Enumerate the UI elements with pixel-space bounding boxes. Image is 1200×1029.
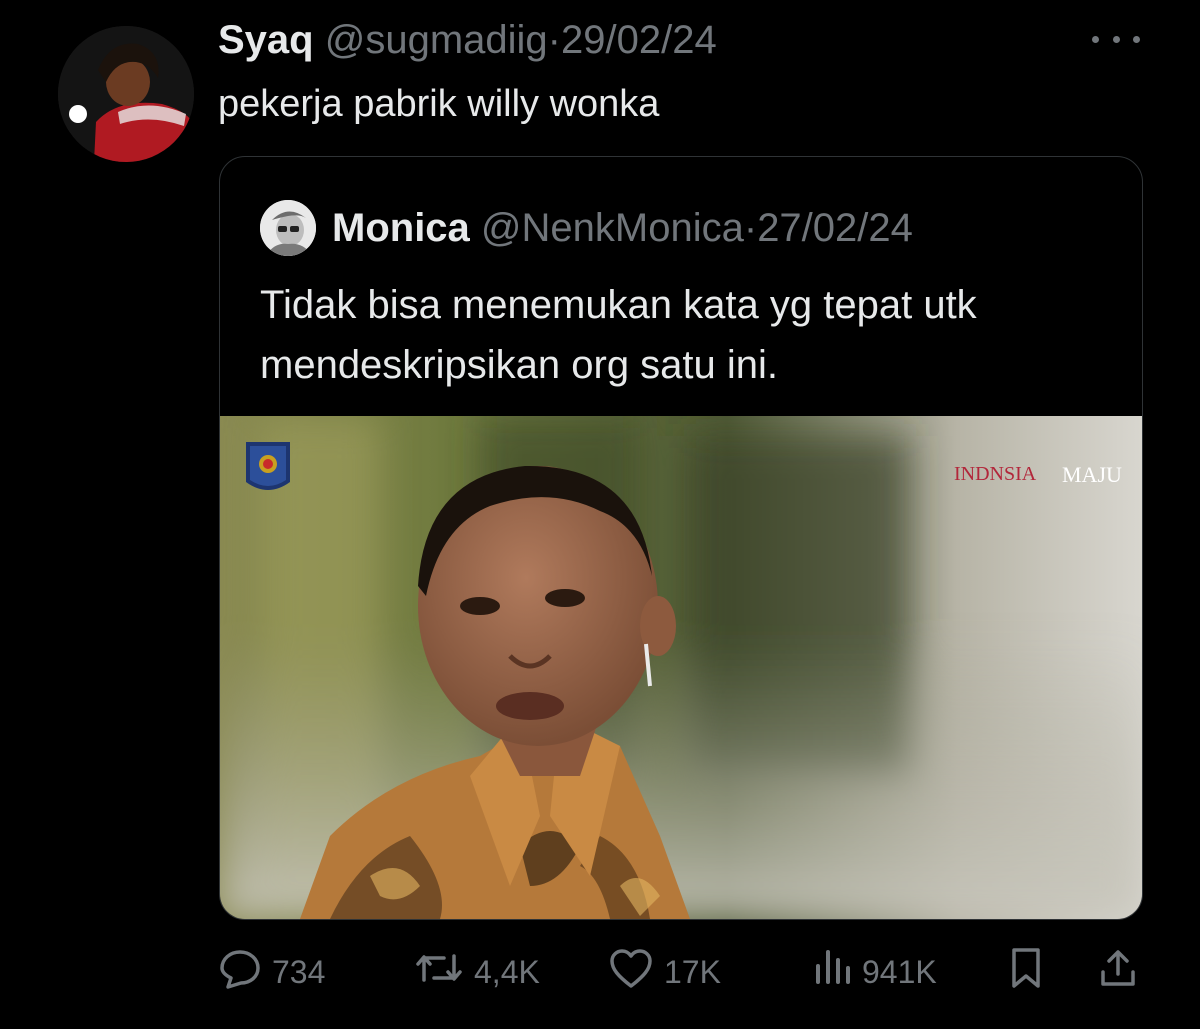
more-options-button[interactable]	[1092, 24, 1140, 54]
header-separator: ·	[547, 18, 561, 62]
heart-icon	[608, 946, 654, 998]
quoted-handle[interactable]: @NenkMonica	[481, 206, 744, 250]
views-button[interactable]: 941K	[812, 940, 937, 1004]
views-count: 941K	[862, 953, 937, 990]
quoted-display-name[interactable]: Monica	[332, 206, 470, 250]
more-horizontal-icon	[1092, 35, 1099, 43]
repost-count: 4,4K	[474, 953, 540, 990]
bookmark-icon	[1006, 946, 1046, 998]
quoted-separator: ·	[743, 206, 758, 250]
like-count: 17K	[664, 953, 721, 990]
quoted-tweet-card[interactable]: Monica @NenkMonica·27/02/24 Tidak bisa m…	[219, 156, 1143, 920]
watermark-left: INDNSIA	[954, 463, 1037, 485]
author-display-name[interactable]: Syaq	[218, 18, 314, 62]
quoted-date[interactable]: 27/02/24	[757, 206, 913, 250]
watermark-right: MAJU	[1062, 462, 1122, 487]
tweet-actions-bar: 734 4,4K 17K 941K	[0, 940, 1200, 1004]
author-avatar[interactable]	[58, 26, 194, 162]
quoted-author-avatar	[260, 200, 316, 256]
share-button[interactable]	[1098, 940, 1138, 1004]
tweet-date[interactable]: 29/02/24	[561, 18, 717, 62]
tweet-text: pekerja pabrik willy wonka	[218, 83, 660, 125]
bookmark-button[interactable]	[1006, 940, 1046, 1004]
reply-bubble-icon	[218, 946, 262, 998]
share-upload-icon	[1098, 946, 1138, 998]
repost-icon	[414, 946, 464, 998]
analytics-bars-icon	[812, 946, 852, 998]
emblem-logo	[246, 442, 290, 490]
reply-button[interactable]: 734	[218, 940, 325, 1004]
like-button[interactable]: 17K	[608, 940, 721, 1004]
quoted-tweet-text: Tidak bisa menemukan kata yg tepat utk m…	[260, 283, 977, 387]
tweet-header: Syaq @sugmadiig·29/02/24	[218, 16, 717, 64]
quoted-tweet-header: Monica @NenkMonica·27/02/24	[332, 204, 913, 252]
quoted-media-image[interactable]: INDNSIA MAJU	[220, 416, 1142, 919]
reply-count: 734	[272, 953, 326, 990]
author-handle[interactable]: @sugmadiig	[325, 18, 548, 62]
repost-button[interactable]: 4,4K	[414, 940, 540, 1004]
